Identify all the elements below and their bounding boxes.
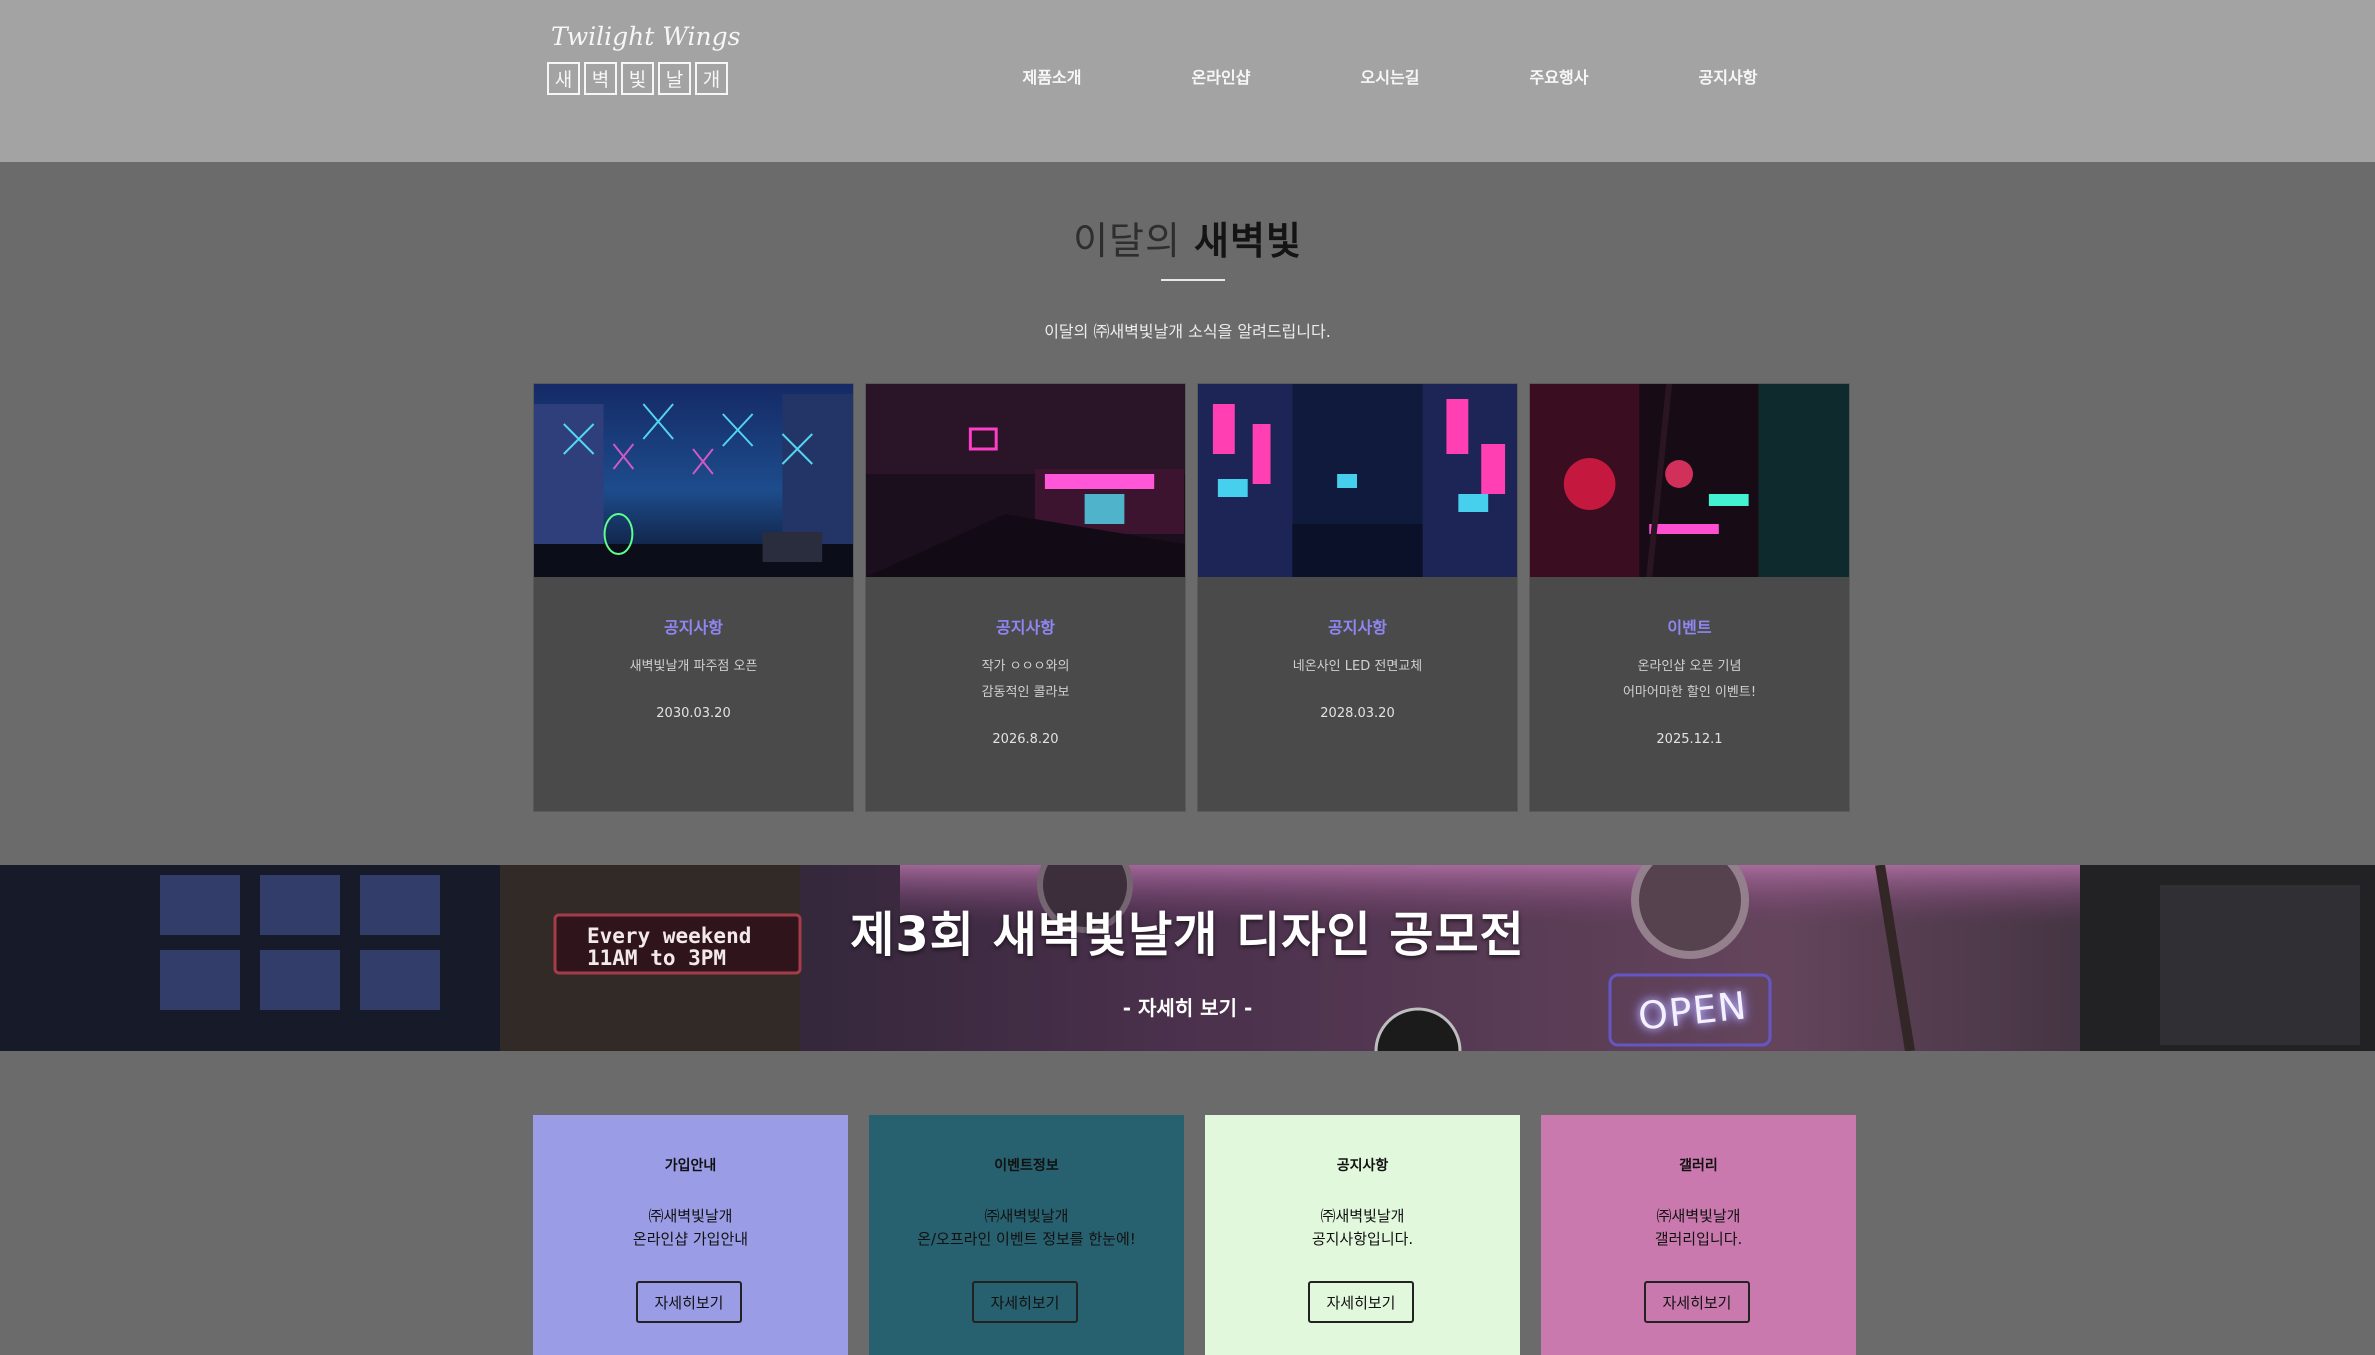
section-title-bold: 새벽빛 — [1194, 219, 1302, 263]
more-button[interactable]: 자세히보기 — [1308, 1281, 1414, 1323]
info-title: 공지사항 — [1336, 1158, 1389, 1174]
info-line: 온라인샵 가입안내 — [632, 1230, 749, 1248]
card-description: 새벽빛날개 파주점 오픈 — [534, 654, 853, 680]
info-box-signup: 가입안내 ㈜새벽빛날개 온라인샵 가입안내 자세히보기 — [533, 1115, 848, 1355]
card-desc-line: 네온사인 LED 전면교체 — [1292, 659, 1423, 674]
nav-item-events[interactable]: 주요행사 — [1530, 64, 1589, 88]
logo-script-text: Twilight Wings — [551, 22, 741, 51]
banner-title: 제3회 새벽빛날개 디자인 공모전 — [850, 907, 1525, 963]
card-date: 2028.03.20 — [1320, 706, 1395, 721]
card-description: 작가 ㅇㅇㅇ와의 감동적인 콜라보 — [866, 654, 1185, 706]
card-date: 2025.12.1 — [1656, 732, 1723, 747]
card-desc-line: 감동적인 콜라보 — [981, 685, 1070, 700]
banner-more-link[interactable]: - 자세히 보기 - — [0, 992, 2375, 1021]
card-image-sign-street — [1198, 384, 1517, 577]
info-line: 온/오프라인 이벤트 정보를 한눈에! — [917, 1230, 1136, 1248]
card-desc-line: 온라인샵 오픈 기념 — [1637, 659, 1742, 674]
news-card[interactable]: 이벤트 온라인샵 오픈 기념 어마어마한 할인 이벤트! 2025.12.1 — [1529, 383, 1850, 812]
more-button[interactable]: 자세히보기 — [636, 1281, 742, 1323]
info-line: 갤러리입니다. — [1654, 1230, 1743, 1248]
card-desc-line: 작가 ㅇㅇㅇ와의 — [981, 659, 1070, 674]
card-category: 이벤트 — [1667, 618, 1712, 637]
card-category: 공지사항 — [996, 618, 1055, 637]
info-box-gallery: 갤러리 ㈜새벽빛날개 갤러리입니다. 자세히보기 — [1541, 1115, 1856, 1355]
card-date: 2026.8.20 — [992, 732, 1059, 747]
card-image-neon-street — [534, 384, 853, 577]
info-box-events: 이벤트정보 ㈜새벽빛날개 온/오프라인 이벤트 정보를 한눈에! 자세히보기 — [869, 1115, 1184, 1355]
card-desc-line: 어마어마한 할인 이벤트! — [1622, 685, 1757, 700]
card-description: 네온사인 LED 전면교체 — [1198, 654, 1517, 680]
info-line: ㈜새벽빛날개 — [984, 1207, 1069, 1225]
card-image-red-night — [1530, 384, 1849, 577]
section-subtitle: 이달의 ㈜새벽빛날개 소식을 알려드립니다. — [1044, 322, 1331, 341]
info-line: ㈜새벽빛날개 — [648, 1207, 733, 1225]
contest-banner[interactable]: Every weekend 11AM to 3PM OPEN 제3회 새벽빛날개… — [0, 865, 2375, 1051]
info-line: ㈜새벽빛날개 — [1320, 1207, 1405, 1225]
site-header: Twilight Wings 새 벽 빛 날 개 제품소개 온라인샵 오시는길 … — [0, 0, 2375, 162]
section-title-light: 이달의 — [1073, 219, 1181, 263]
card-desc-line: 새벽빛날개 파주점 오픈 — [629, 659, 758, 674]
info-line: ㈜새벽빛날개 — [1656, 1207, 1741, 1225]
nav-item-online-shop[interactable]: 온라인샵 — [1192, 64, 1251, 88]
info-boxes: 가입안내 ㈜새벽빛날개 온라인샵 가입안내 자세히보기 이벤트정보 ㈜새벽빛날개… — [533, 1115, 1856, 1355]
news-card[interactable]: 공지사항 새벽빛날개 파주점 오픈 2030.03.20 — [533, 383, 854, 812]
nav-item-directions[interactable]: 오시는길 — [1361, 64, 1420, 88]
card-category: 공지사항 — [664, 618, 723, 637]
info-title: 갤러리 — [1679, 1158, 1718, 1174]
info-title: 이벤트정보 — [994, 1158, 1059, 1174]
card-category: 공지사항 — [1328, 618, 1387, 637]
more-button[interactable]: 자세히보기 — [972, 1281, 1078, 1323]
info-title: 가입안내 — [664, 1158, 717, 1174]
section-title: 이달의 새벽빛 — [0, 210, 2375, 265]
info-line: 공지사항입니다. — [1311, 1230, 1414, 1248]
card-image-alley — [866, 384, 1185, 577]
card-date: 2030.03.20 — [656, 706, 731, 721]
info-box-notices: 공지사항 ㈜새벽빛날개 공지사항입니다. 자세히보기 — [1205, 1115, 1520, 1355]
section-divider — [1161, 279, 1225, 281]
logo[interactable]: Twilight Wings 새 벽 빛 날 개 — [547, 22, 741, 102]
card-description: 온라인샵 오픈 기념 어마어마한 할인 이벤트! — [1530, 654, 1849, 706]
more-button[interactable]: 자세히보기 — [1644, 1281, 1750, 1323]
news-card[interactable]: 공지사항 작가 ㅇㅇㅇ와의 감동적인 콜라보 2026.8.20 — [865, 383, 1186, 812]
news-card[interactable]: 공지사항 네온사인 LED 전면교체 2028.03.20 — [1197, 383, 1518, 812]
main-nav: 제품소개 온라인샵 오시는길 주요행사 공지사항 — [0, 64, 2375, 88]
nav-item-notices[interactable]: 공지사항 — [1699, 64, 1758, 88]
news-cards: 공지사항 새벽빛날개 파주점 오픈 2030.03.20 공지사항 작가 ㅇㅇㅇ… — [533, 383, 1850, 812]
nav-item-products[interactable]: 제품소개 — [1023, 64, 1082, 88]
